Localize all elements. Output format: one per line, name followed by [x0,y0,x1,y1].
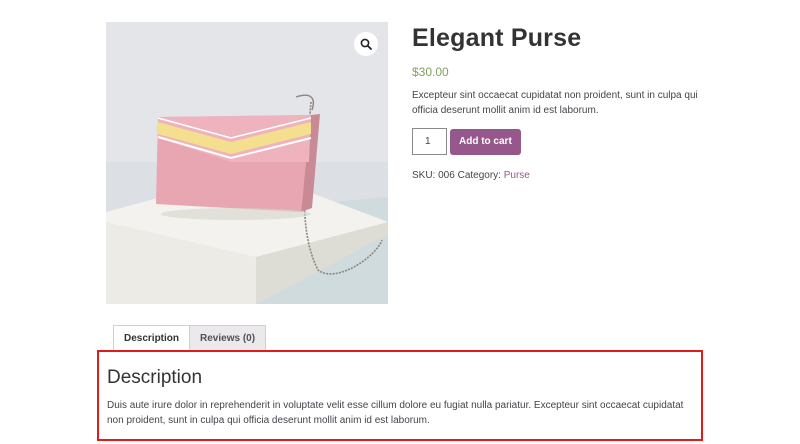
purse-photo [106,22,388,304]
description-panel: Description Duis aute irure dolor in rep… [97,350,703,441]
add-to-cart-form: Add to cart [412,128,712,155]
zoom-magnifier-icon [360,38,372,50]
description-body: Duis aute irure dolor in reprehenderit i… [107,400,684,426]
category-label: Category: [457,170,501,181]
zoom-button[interactable] [354,32,378,56]
tab-description[interactable]: Description [113,325,191,351]
product-price: $30.00 [412,65,449,79]
sku-label: SKU: [412,170,436,181]
product-title: Elegant Purse [412,24,582,52]
sku-value: 006 [438,170,455,181]
product-image[interactable] [106,22,388,304]
product-meta: SKU: 006 Category: Purse [412,170,712,181]
product-short-description: Excepteur sint occaecat cupidatat non pr… [412,90,698,116]
product-tabs: Description Reviews (0) [113,325,267,351]
category-link[interactable]: Purse [504,170,530,181]
add-to-cart-button[interactable]: Add to cart [450,128,521,155]
product-summary: Elegant Purse $30.00 Excepteur sint occa… [412,22,712,181]
tab-reviews[interactable]: Reviews (0) [189,325,267,351]
quantity-input[interactable] [412,128,447,155]
description-heading: Description [107,367,203,388]
